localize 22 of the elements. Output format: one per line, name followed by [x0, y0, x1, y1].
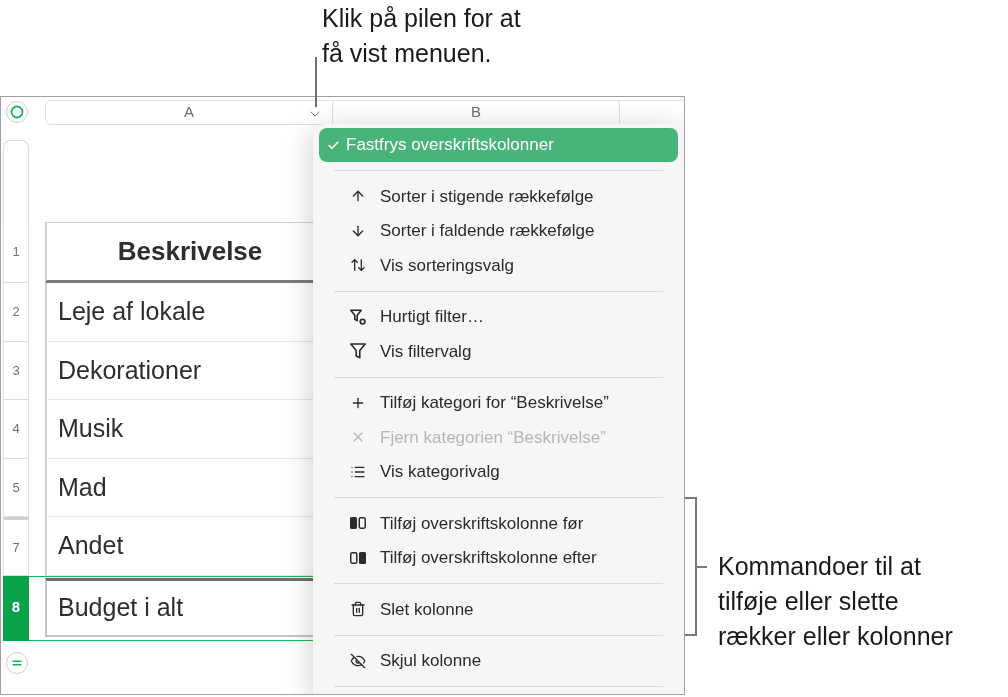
callout-text: Klik på pilen for at få vist menuen.: [322, 3, 521, 69]
filter-icon: [350, 343, 366, 360]
callout-line: [315, 57, 317, 107]
trash-icon: [350, 601, 366, 618]
menu-item[interactable]: Sorter i stigende rækkefølge: [319, 179, 678, 214]
row-header[interactable]: 4: [3, 400, 29, 459]
left-column-icon: [350, 517, 366, 530]
column-header[interactable]: B: [333, 99, 620, 125]
row-header[interactable]: 5: [3, 458, 29, 517]
row-header[interactable]: 3: [3, 341, 29, 400]
row-header[interactable]: 7: [3, 517, 29, 576]
eye-slash-icon: [350, 652, 366, 669]
equals-icon[interactable]: [6, 651, 28, 674]
ring-icon[interactable]: [6, 101, 28, 123]
menu-item[interactable]: Skjul kolonne: [319, 643, 678, 678]
row-header[interactable]: 2: [3, 283, 29, 342]
filter-circle-icon: [350, 308, 366, 325]
callout-text: Kommandoer til at tilføje eller slette rækker eller kolonner: [718, 551, 953, 652]
column-header[interactable]: A: [45, 99, 333, 125]
up-down-arrows-icon: [350, 257, 366, 274]
row-header[interactable]: 1: [3, 222, 29, 283]
right-column-icon: [350, 551, 366, 564]
